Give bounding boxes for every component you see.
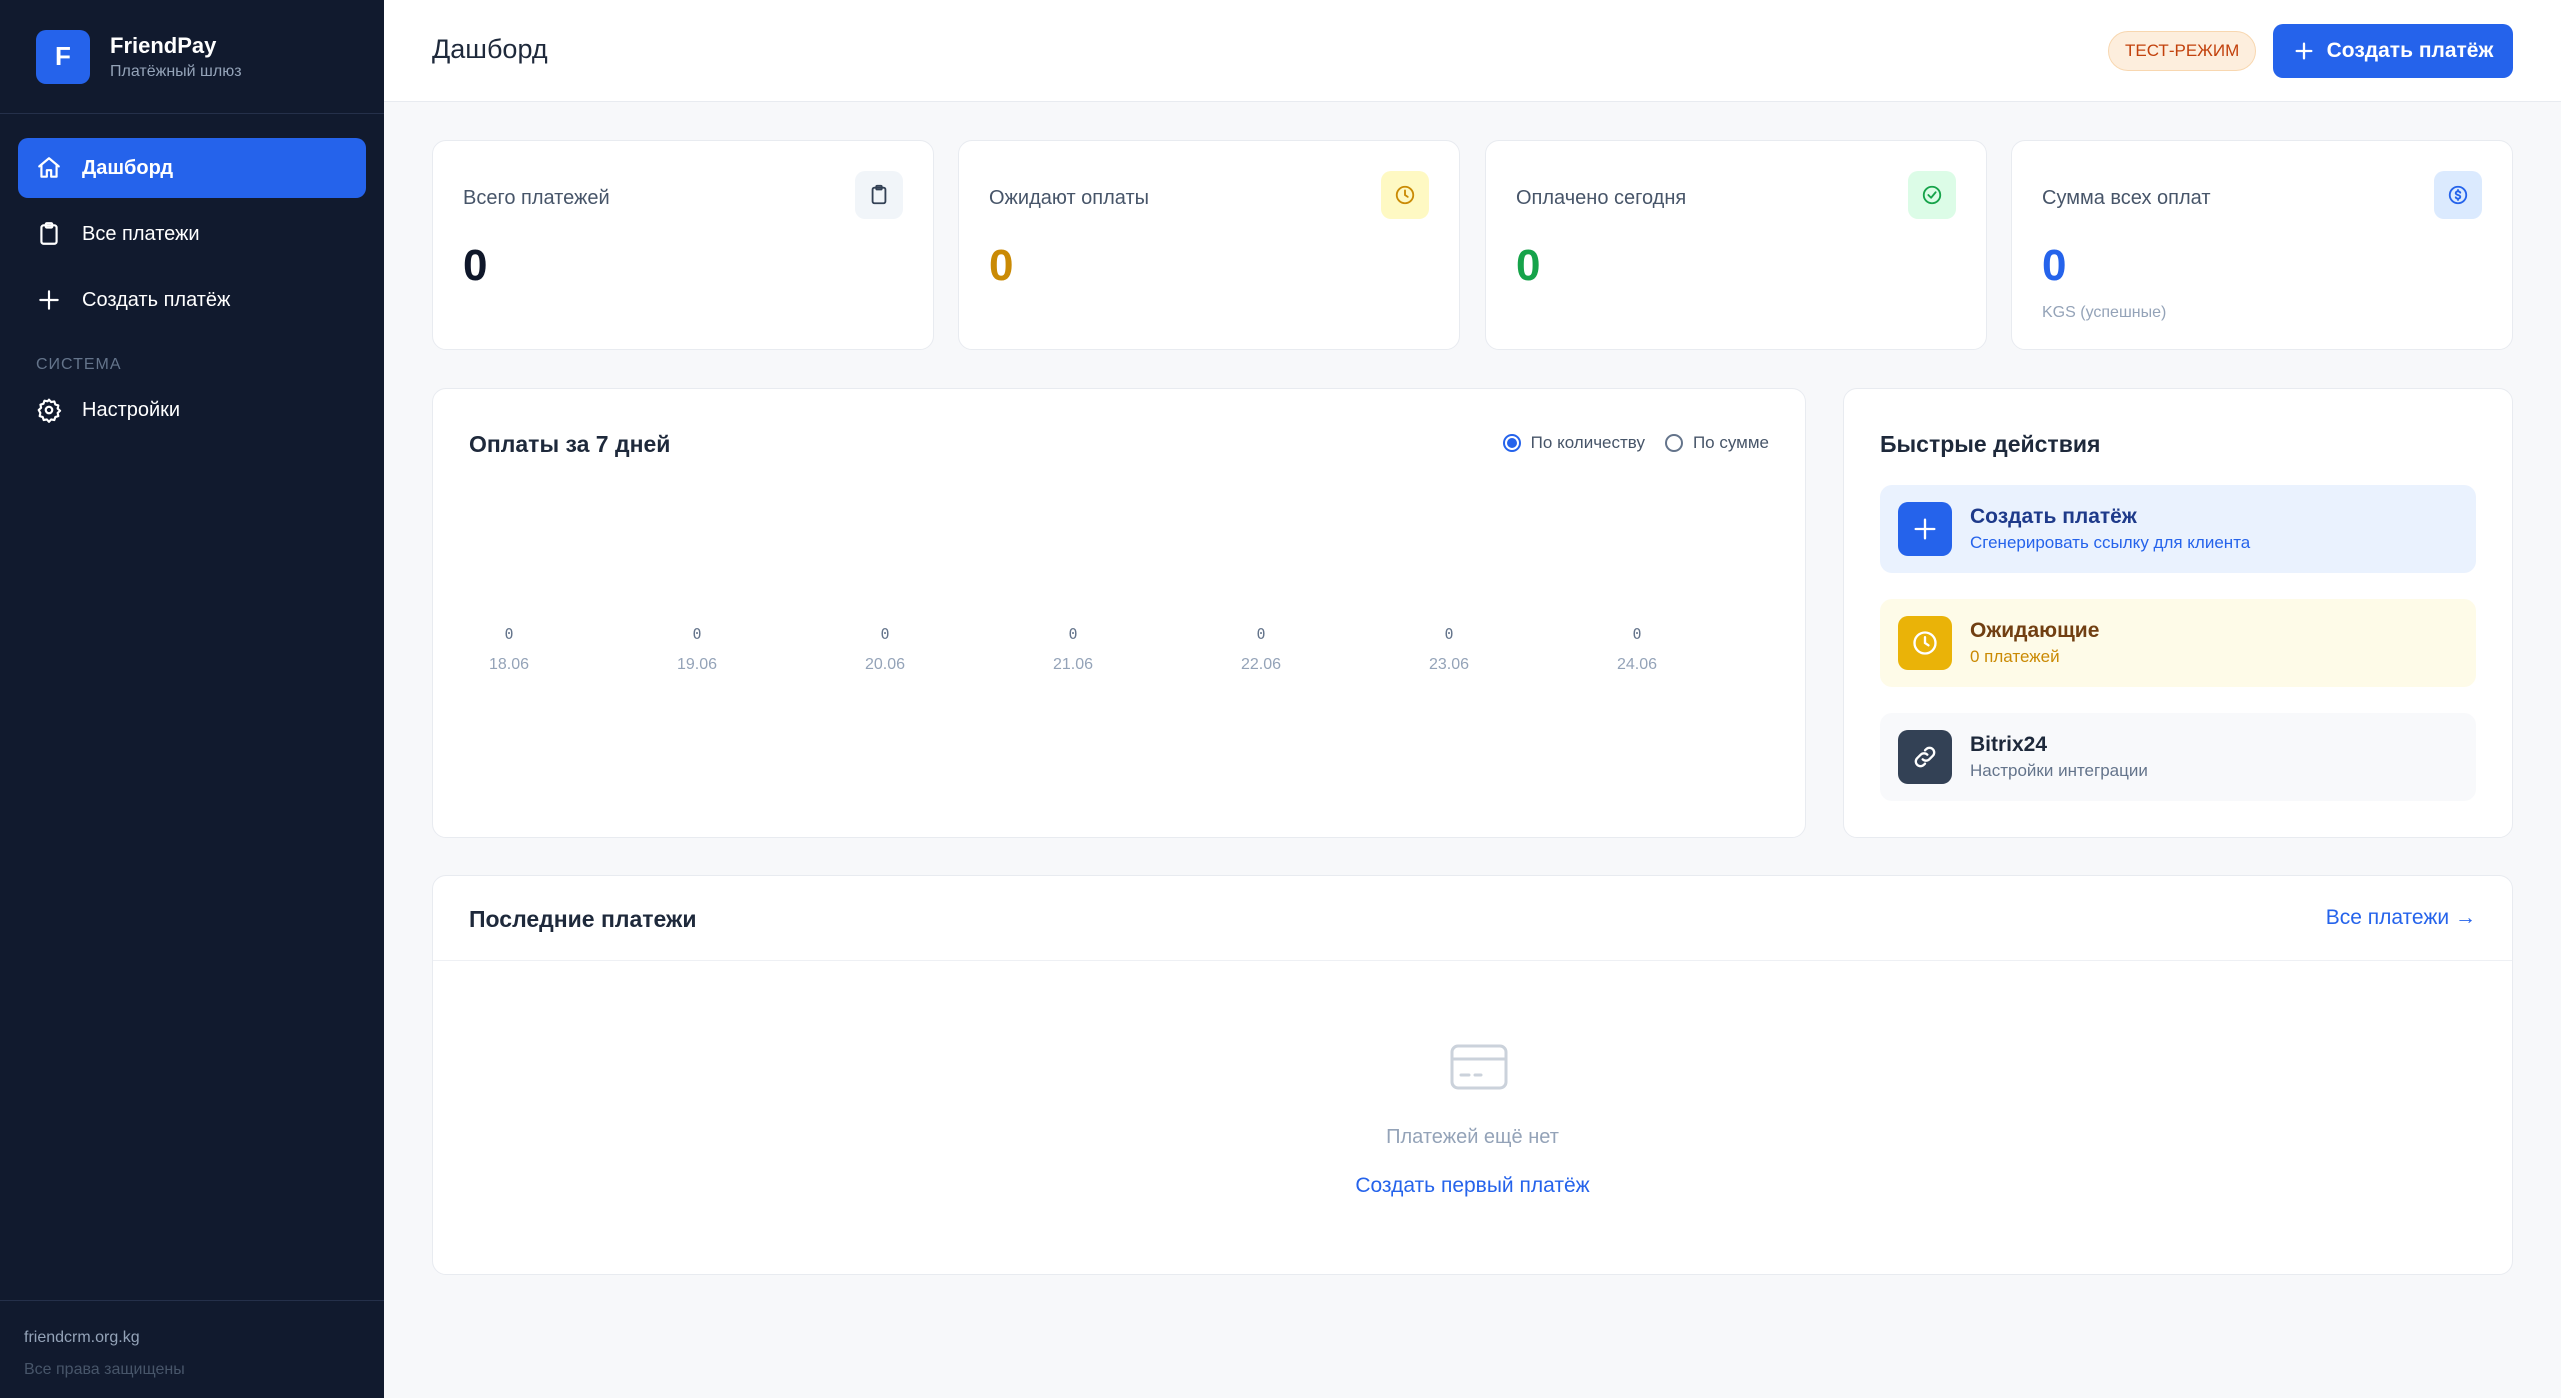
chart-data-label: 0: [1068, 625, 1077, 643]
chart-data-label: 0: [1444, 625, 1453, 643]
chart-tick-label: 20.06: [865, 656, 905, 673]
plus-icon: [2295, 42, 2313, 60]
topbar: Дашборд ТЕСТ-РЕЖИМ Создать платёж: [384, 0, 2561, 102]
sidebar-item-label: Создать платёж: [82, 288, 231, 311]
sidebar-item-all-payments[interactable]: Все платежи: [18, 204, 366, 264]
chart-tick-label: 22.06: [1241, 656, 1281, 673]
quick-action-title: Ожидающие: [1970, 619, 2100, 642]
quick-actions-card: Быстрые действия Создать платёж Сгенерир…: [1843, 388, 2513, 838]
link-icon: [1898, 730, 1952, 784]
chart-tick-label: 23.06: [1429, 656, 1469, 673]
sidebar-item-label: Все платежи: [82, 222, 200, 245]
chart-card: Оплаты за 7 дней По количеству По сумме …: [432, 388, 1806, 838]
plus-icon: [39, 290, 59, 310]
chart-tick-label: 21.06: [1053, 656, 1093, 673]
quick-action-title: Bitrix24: [1970, 733, 2048, 756]
stat-value: 0: [2042, 241, 2067, 290]
stat-card-pending: Ожидают оплаты 0: [958, 140, 1460, 350]
stat-label: Всего платежей: [463, 187, 610, 209]
sidebar-section-label: СИСТЕМА: [36, 356, 122, 373]
chart-data-label: 0: [880, 625, 889, 643]
test-mode-badge: ТЕСТ-РЕЖИМ: [2108, 31, 2257, 71]
stat-value: 0: [989, 241, 1014, 290]
clock-icon: [1898, 616, 1952, 670]
dollar-icon: [2434, 171, 2482, 219]
quick-action-subtitle: Настройки интеграции: [1970, 761, 2148, 780]
quick-action-pending[interactable]: Ожидающие 0 платежей: [1880, 599, 2476, 687]
chart-tick-label: 19.06: [677, 656, 717, 673]
sidebar: F FriendPay Платёжный шлюз Дашборд Все п…: [0, 0, 384, 1398]
quick-action-bitrix24[interactable]: Bitrix24 Настройки интеграции: [1880, 713, 2476, 801]
brand[interactable]: F FriendPay Платёжный шлюз: [0, 0, 384, 114]
footer-domain: friendcrm.org.kg: [24, 1329, 140, 1346]
gear-icon: [37, 398, 62, 423]
plus-icon: [1898, 502, 1952, 556]
recent-payments-card: Последние платежи Все платежи → Платежей…: [432, 875, 2513, 1275]
clipboard-icon: [855, 171, 903, 219]
clipboard-icon: [40, 222, 58, 245]
sidebar-item-label: Дашборд: [82, 156, 174, 179]
recent-payments-title: Последние платежи: [469, 906, 697, 932]
stat-card-total-amount: Сумма всех оплат 0 KGS (успешные): [2011, 140, 2513, 350]
quick-action-create-payment[interactable]: Создать платёж Сгенерировать ссылку для …: [1880, 485, 2476, 573]
create-payment-button-label: Создать платёж: [2326, 39, 2494, 62]
sidebar-nav: Дашборд Все платежи Создать платёж СИСТЕ…: [0, 114, 384, 440]
brand-logo: F: [36, 29, 90, 84]
clock-icon: [1381, 171, 1429, 219]
quick-action-title: Создать платёж: [1970, 505, 2137, 528]
chart-tick-label: 18.06: [489, 656, 529, 673]
footer-rights: Все права защищены: [24, 1361, 185, 1378]
home-icon: [38, 157, 60, 178]
create-first-payment-label: Создать первый платёж: [1355, 1174, 1590, 1197]
divider: [433, 960, 2512, 961]
chart-tick-label: 24.06: [1617, 656, 1657, 673]
quick-action-subtitle: 0 платежей: [1970, 647, 2060, 666]
check-circle-icon: [1908, 171, 1956, 219]
sidebar-item-settings[interactable]: Настройки: [18, 380, 366, 440]
sidebar-item-create-payment[interactable]: Создать платёж: [18, 270, 366, 330]
empty-state-text: Платежей ещё нет: [1386, 1126, 1559, 1148]
stat-sub: KGS (успешные): [2042, 304, 2167, 321]
stat-value: 0: [1516, 241, 1541, 290]
brand-name: FriendPay: [110, 32, 217, 58]
quick-actions-title: Быстрые действия: [1880, 431, 2101, 457]
page-title: Дашборд: [432, 34, 548, 64]
quick-action-subtitle: Сгенерировать ссылку для клиента: [1970, 533, 2251, 552]
brand-subtitle: Платёжный шлюз: [110, 62, 242, 80]
credit-card-icon: [1450, 1044, 1508, 1090]
sidebar-footer: friendcrm.org.kg Все права защищены: [0, 1300, 384, 1398]
stat-card-paid-today: Оплачено сегодня 0: [1485, 140, 1987, 350]
chart-data-label: 0: [1632, 625, 1641, 643]
all-payments-link[interactable]: Все платежи →: [2326, 906, 2476, 930]
chart-data-label: 0: [504, 625, 513, 643]
stat-label: Ожидают оплаты: [989, 187, 1150, 209]
bar-chart: 0 18.06 0 19.06 0 20.06 0 21.06 0 22.06 0 23.06 0 24.…: [489, 625, 1657, 673]
chart-data-label: 0: [1256, 625, 1265, 643]
stat-card-total: Всего платежей 0: [432, 140, 934, 350]
create-payment-button[interactable]: Создать платёж: [2273, 24, 2513, 78]
stat-label: Оплачено сегодня: [1516, 187, 1687, 209]
sidebar-item-dashboard[interactable]: Дашборд: [18, 138, 366, 198]
stat-value: 0: [463, 241, 488, 290]
stat-label: Сумма всех оплат: [2042, 187, 2211, 209]
sidebar-item-label: Настройки: [82, 398, 181, 421]
create-first-payment-link[interactable]: Создать первый платёж: [433, 1174, 2512, 1198]
chart-data-label: 0: [692, 625, 701, 643]
